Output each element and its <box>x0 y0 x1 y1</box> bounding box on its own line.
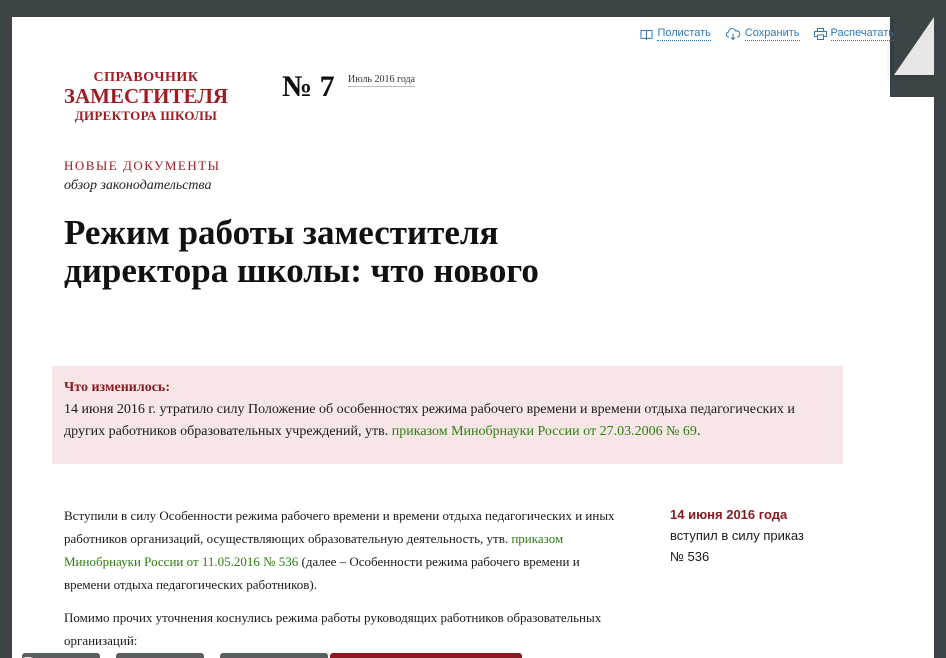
bottom-tab[interactable] <box>220 653 328 658</box>
save-button[interactable]: Сохранить <box>725 27 800 41</box>
what-changed-box: Что изменилось: 14 июня 2016 г. утратило… <box>52 366 843 464</box>
issue-date: Июль 2016 года <box>348 74 416 87</box>
journal-logo[interactable]: СПРАВОЧНИК ЗАМЕСТИТЕЛЯ ДИРЕКТОРА ШКОЛЫ <box>60 70 232 123</box>
bottom-tab-strip <box>12 653 934 658</box>
article-body: Вступили в силу Особенности режима рабоч… <box>64 504 624 652</box>
issue-number: № 7 <box>282 70 335 103</box>
sidebar-date: 14 июня 2016 года <box>670 507 788 522</box>
body-paragraph-2: Помимо прочих уточнения коснулись режима… <box>64 610 602 648</box>
toolbar: Полистать Сохранить Распечатать <box>640 27 894 41</box>
rubric: НОВЫЕ ДОКУМЕНТЫ <box>64 158 221 173</box>
logo-line-2: ЗАМЕСТИТЕЛЯ <box>63 84 229 108</box>
what-changed-heading: Что изменилось: <box>64 380 170 395</box>
order-69-link[interactable]: приказом Минобрнауки России от 27.03.200… <box>392 424 697 439</box>
printer-icon <box>813 28 827 40</box>
page-corner-fold <box>894 17 934 75</box>
save-label: Сохранить <box>744 27 800 41</box>
flip-button[interactable]: Полистать <box>640 27 711 41</box>
sidebar-text: вступил в силу приказ № 536 <box>670 528 804 564</box>
subrubric: обзор законодательства <box>64 178 212 193</box>
bottom-tab-active[interactable] <box>330 653 522 658</box>
flip-label: Полистать <box>657 27 711 41</box>
cloud-download-icon <box>725 28 741 40</box>
logo-line-1: СПРАВОЧНИК <box>93 70 199 85</box>
print-label: Распечатать <box>830 27 894 41</box>
what-changed-end: . <box>696 424 701 439</box>
print-button[interactable]: Распечатать <box>813 27 894 41</box>
page-corner <box>890 17 934 97</box>
document-page: Полистать Сохранить Распечатать СПРАВОЧН… <box>12 17 934 658</box>
logo-line-3: ДИРЕКТОРА ШКОЛЫ <box>74 108 218 123</box>
book-icon <box>640 29 653 40</box>
body-paragraph: Вступили в силу Особенности режима рабоч… <box>64 504 624 596</box>
sidebar-note: 14 июня 2016 года вступил в силу приказ … <box>670 504 820 567</box>
bottom-tab[interactable] <box>116 653 204 658</box>
article-title: Режим работы заместителя директора школы… <box>64 213 539 290</box>
